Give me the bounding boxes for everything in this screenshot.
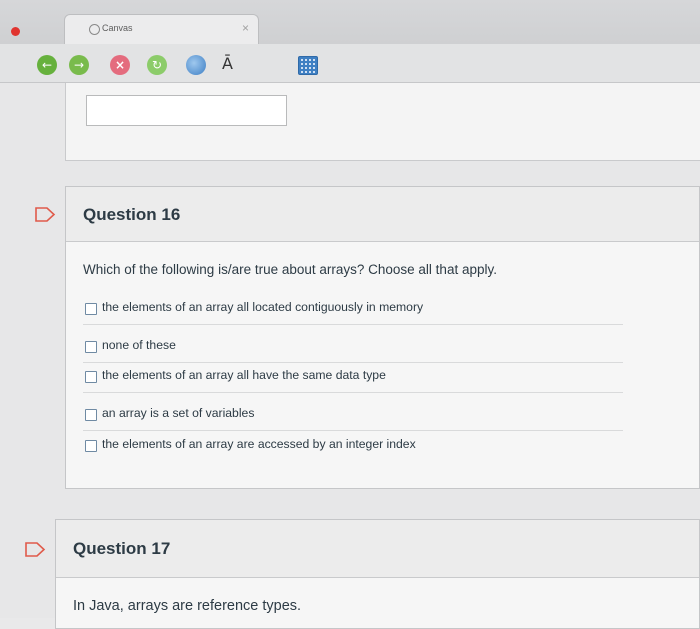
option-label: none of these [102, 338, 176, 352]
answer-option[interactable]: an array is a set of variables [83, 401, 623, 431]
text-tool-button[interactable]: Ā [222, 54, 233, 73]
divider [83, 324, 623, 325]
answer-option[interactable]: none of these [83, 333, 623, 363]
forward-button[interactable]: → [69, 55, 89, 75]
stop-button[interactable]: × [110, 55, 130, 75]
option-label: the elements of an array all located con… [102, 300, 424, 314]
question-card: Question 16 Which of the following is/ar… [65, 186, 700, 489]
tab-close-icon[interactable]: × [242, 21, 249, 35]
quiz-page: Question 16 Which of the following is/ar… [0, 83, 700, 629]
divider [83, 430, 623, 431]
checkbox[interactable] [85, 409, 97, 421]
back-button[interactable]: ← [37, 55, 57, 75]
browser-tab-strip: Canvas × [0, 0, 700, 44]
question-header: Question 16 [66, 187, 699, 242]
question-text: In Java, arrays are reference types. [73, 598, 302, 614]
question-title: Question 17 [73, 539, 171, 558]
tab-title: Canvas [102, 23, 133, 33]
answer-option[interactable]: the elements of an array all have the sa… [83, 363, 623, 393]
answer-input[interactable] [86, 95, 287, 126]
checkbox[interactable] [85, 341, 97, 353]
option-label: the elements of an array are accessed by… [102, 437, 416, 451]
answer-option[interactable]: the elements of an array are accessed by… [83, 432, 543, 462]
flag-question-icon[interactable] [24, 542, 46, 557]
question-header: Question 17 [56, 520, 699, 578]
question-card: Question 17 In Java, arrays are referenc… [55, 519, 700, 629]
window-close-dot[interactable] [11, 27, 20, 36]
browser-tab[interactable]: Canvas × [64, 14, 259, 44]
calculator-icon[interactable] [298, 56, 318, 75]
flag-question-icon[interactable] [34, 207, 56, 222]
option-label: the elements of an array all have the sa… [102, 368, 386, 382]
browser-toolbar: ← → × ↻ Ā [0, 44, 700, 83]
answer-option[interactable]: the elements of an array all located con… [83, 295, 623, 325]
question-text: Which of the following is/are true about… [83, 262, 497, 277]
previous-question-card [65, 83, 700, 161]
globe-icon[interactable] [186, 55, 206, 75]
option-label: an array is a set of variables [102, 406, 255, 420]
checkbox[interactable] [85, 303, 97, 315]
question-title: Question 16 [83, 205, 181, 224]
checkbox[interactable] [85, 371, 97, 383]
canvas-favicon-icon [89, 24, 100, 35]
checkbox[interactable] [85, 440, 97, 452]
reload-button[interactable]: ↻ [147, 55, 167, 75]
divider [83, 392, 623, 393]
